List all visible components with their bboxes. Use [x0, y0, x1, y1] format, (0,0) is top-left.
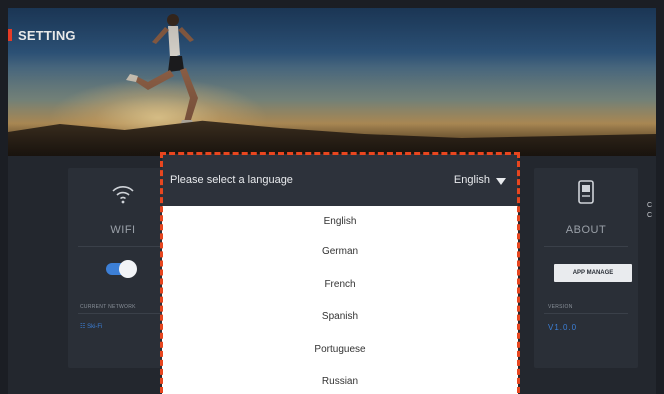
device-icon [534, 180, 638, 209]
divider [78, 246, 168, 247]
language-option-spanish[interactable]: Spanish [162, 301, 518, 334]
language-option-english[interactable]: English [162, 206, 518, 236]
version-label: VERSION [548, 304, 573, 310]
language-option-french[interactable]: French [162, 269, 518, 302]
page-title: SETTING [8, 28, 76, 43]
divider [78, 313, 168, 314]
current-network[interactable]: ☷ Ski-Fi [80, 323, 102, 330]
offscreen-card-label: C C [647, 202, 653, 219]
network-name: Ski-Fi [87, 324, 103, 330]
language-dialog: Please select a language English English… [162, 154, 518, 394]
language-option-portuguese[interactable]: Portuguese [162, 334, 518, 367]
about-title: ABOUT [565, 224, 607, 236]
language-option-german[interactable]: German [162, 236, 518, 269]
language-option-russian[interactable]: Russian [162, 366, 518, 394]
language-dropdown[interactable]: English [454, 174, 490, 186]
chevron-down-icon[interactable] [496, 178, 506, 185]
toggle-knob [119, 260, 137, 278]
wifi-small-icon: ☷ [80, 324, 86, 330]
settings-screen: SETTING WIFI CURRENT NETWORK ☷ Ski-Fi AB… [8, 8, 656, 394]
language-dialog-header: Please select a language English [162, 154, 518, 206]
language-prompt: Please select a language [170, 174, 293, 186]
app-manage-button[interactable]: APP MANAGE [554, 264, 632, 282]
version-value: V1.0.0 [548, 323, 578, 332]
divider [544, 313, 628, 314]
about-card[interactable]: ABOUT APP MANAGE VERSION V1.0.0 [534, 168, 638, 368]
title-accent-bar [8, 29, 12, 41]
hero-banner-image [8, 8, 656, 156]
language-list: English German French Spanish Portuguese… [162, 206, 518, 394]
divider [544, 246, 628, 247]
current-network-label: CURRENT NETWORK [80, 304, 136, 310]
wifi-toggle[interactable] [106, 260, 137, 278]
